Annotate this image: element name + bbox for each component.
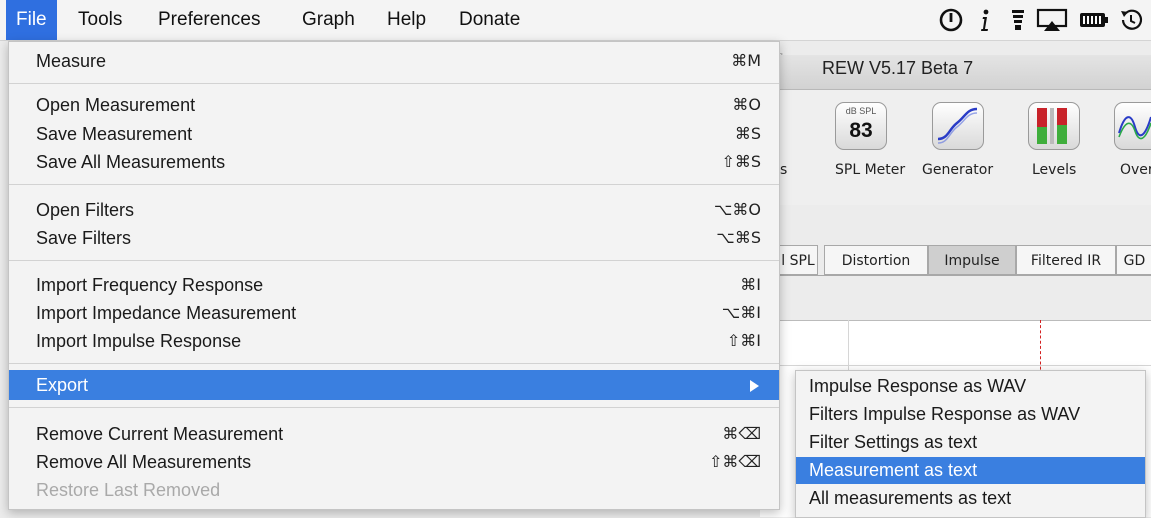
submenu-item-filters-impulse-response-wav[interactable]: Filters Impulse Response as WAV — [796, 401, 1145, 428]
menu-item-export[interactable]: Export — [9, 370, 779, 400]
levels-button[interactable] — [1028, 102, 1080, 150]
info-icon[interactable] — [972, 7, 998, 33]
menu-separator — [9, 407, 779, 408]
spl-unit-label: dB SPL — [845, 106, 877, 116]
menu-item-label: Remove Current Measurement — [36, 424, 284, 444]
menu-item-remove-all-measurements[interactable]: Remove All Measurements ⇧⌘⌫ — [9, 447, 779, 477]
battery-icon[interactable] — [1078, 7, 1110, 33]
menu-item-import-impulse-response[interactable]: Import Impulse Response ⇧⌘I — [9, 326, 779, 356]
submenu-item-impulse-response-wav[interactable]: Impulse Response as WAV — [796, 373, 1145, 400]
menu-preferences[interactable]: Preferences — [148, 0, 270, 40]
menu-item-shortcut: ⇧⌘I — [726, 331, 761, 350]
menu-item-label: Import Frequency Response — [36, 275, 264, 295]
time-machine-icon[interactable] — [1118, 7, 1144, 33]
menu-item-import-impedance-measurement[interactable]: Import Impedance Measurement ⌥⌘I — [9, 298, 779, 328]
tab-gd[interactable]: GD — [1116, 245, 1151, 275]
overlay-label: Over — [1120, 162, 1151, 178]
levels-meter-icon — [1037, 108, 1067, 144]
menu-item-label: Restore Last Removed — [36, 480, 221, 500]
menu-item-label: Remove All Measurements — [36, 452, 252, 472]
menu-donate[interactable]: Donate — [449, 0, 530, 40]
overlay-button[interactable] — [1114, 102, 1151, 150]
menu-item-label: Open Filters — [36, 200, 135, 220]
rew-toolbar: s dB SPL 83 SPL Meter Generator Levels O… — [760, 90, 1151, 205]
overlay-wave-icon — [1118, 116, 1151, 140]
menu-item-shortcut: ⇧⌘S — [721, 152, 761, 171]
submenu-item-label: Filter Settings as text — [809, 432, 978, 452]
menu-item-label: Save All Measurements — [36, 152, 226, 172]
menu-item-label: Import Impulse Response — [36, 331, 242, 351]
spl-meter-button[interactable]: dB SPL 83 — [835, 102, 887, 150]
menu-item-label: Import Impedance Measurement — [36, 303, 297, 323]
menu-item-label: Export — [36, 375, 89, 395]
sine-wave-icon — [937, 107, 978, 144]
spl-value: 83 — [849, 119, 873, 142]
submenu-item-label: Impulse Response as WAV — [809, 376, 1027, 396]
menu-item-shortcut: ⇧⌘⌫ — [708, 452, 761, 471]
menu-item-shortcut: ⌥⌘S — [716, 228, 761, 247]
submenu-item-filter-settings-text[interactable]: Filter Settings as text — [796, 429, 1145, 456]
tab-impulse[interactable]: Impulse — [928, 245, 1016, 275]
submenu-item-label: Measurement as text — [809, 460, 978, 480]
menu-help[interactable]: Help — [377, 0, 436, 40]
menu-item-save-all-measurements[interactable]: Save All Measurements ⇧⌘S — [9, 147, 779, 177]
window-title: REW V5.17 Beta 7 — [822, 58, 974, 78]
menu-item-restore-last-removed: Restore Last Removed — [9, 475, 779, 505]
menu-file[interactable]: File — [6, 0, 57, 40]
menu-graph[interactable]: Graph — [292, 0, 365, 40]
tab-distortion[interactable]: Distortion — [824, 245, 928, 275]
graph-grid-line — [848, 320, 849, 370]
menu-separator — [9, 260, 779, 261]
tab-filtered-ir[interactable]: Filtered IR — [1016, 245, 1116, 275]
menu-tools[interactable]: Tools — [68, 0, 132, 40]
spl-meter-label: SPL Meter — [835, 162, 906, 178]
generator-button[interactable] — [932, 102, 984, 150]
menu-bar: File Tools Preferences Graph Help Donate — [0, 0, 1151, 41]
menu-item-save-measurement[interactable]: Save Measurement ⌘S — [9, 119, 779, 149]
submenu-item-all-measurements-text[interactable]: All measurements as text — [796, 485, 1145, 512]
menu-item-label: Save Measurement — [36, 124, 193, 144]
menu-separator — [9, 83, 779, 84]
menu-item-shortcut: ⌥⌘I — [721, 303, 761, 322]
menu-item-measure[interactable]: Measure ⌘M — [9, 46, 779, 76]
menu-item-shortcut: ⌘O — [732, 95, 761, 114]
menu-item-label: Save Filters — [36, 228, 132, 248]
power-icon[interactable] — [938, 7, 964, 33]
submenu-item-label: Filters Impulse Response as WAV — [809, 404, 1081, 424]
tabs-divider — [760, 275, 1151, 276]
file-menu: Measure ⌘M Open Measurement ⌘O Save Meas… — [8, 41, 780, 510]
export-submenu: Impulse Response as WAV Filters Impulse … — [795, 370, 1146, 518]
tab-spl[interactable]: l SPL — [778, 245, 818, 275]
toolbar-cut-label: s — [780, 162, 788, 178]
menu-item-remove-current-measurement[interactable]: Remove Current Measurement ⌘⌫ — [9, 419, 779, 449]
menu-item-open-filters[interactable]: Open Filters ⌥⌘O — [9, 195, 779, 225]
airplay-icon[interactable] — [1036, 7, 1068, 33]
submenu-item-measurement-text[interactable]: Measurement as text — [796, 457, 1145, 484]
submenu-arrow-icon — [750, 380, 759, 392]
menu-item-save-filters[interactable]: Save Filters ⌥⌘S — [9, 223, 779, 253]
generator-label: Generator — [922, 162, 994, 178]
menu-item-import-frequency-response[interactable]: Import Frequency Response ⌘I — [9, 270, 779, 300]
equalizer-icon[interactable] — [1005, 7, 1031, 33]
menu-item-shortcut: ⌘I — [740, 275, 761, 294]
levels-label: Levels — [1032, 162, 1077, 178]
menu-item-shortcut: ⌘⌫ — [722, 424, 761, 443]
menu-item-open-measurement[interactable]: Open Measurement ⌘O — [9, 90, 779, 120]
graph-tabs: l SPL Distortion Impulse Filtered IR GD — [760, 245, 1151, 275]
graph-grid-line — [760, 365, 1151, 366]
menu-item-label: Open Measurement — [36, 95, 196, 115]
menu-separator — [9, 363, 779, 364]
menu-item-shortcut: ⌥⌘O — [713, 200, 761, 219]
menu-separator — [9, 184, 779, 185]
submenu-item-label: All measurements as text — [809, 488, 1012, 508]
menu-item-shortcut: ⌘M — [731, 51, 761, 70]
menu-item-label: Measure — [36, 51, 107, 71]
menu-item-shortcut: ⌘S — [734, 124, 761, 143]
